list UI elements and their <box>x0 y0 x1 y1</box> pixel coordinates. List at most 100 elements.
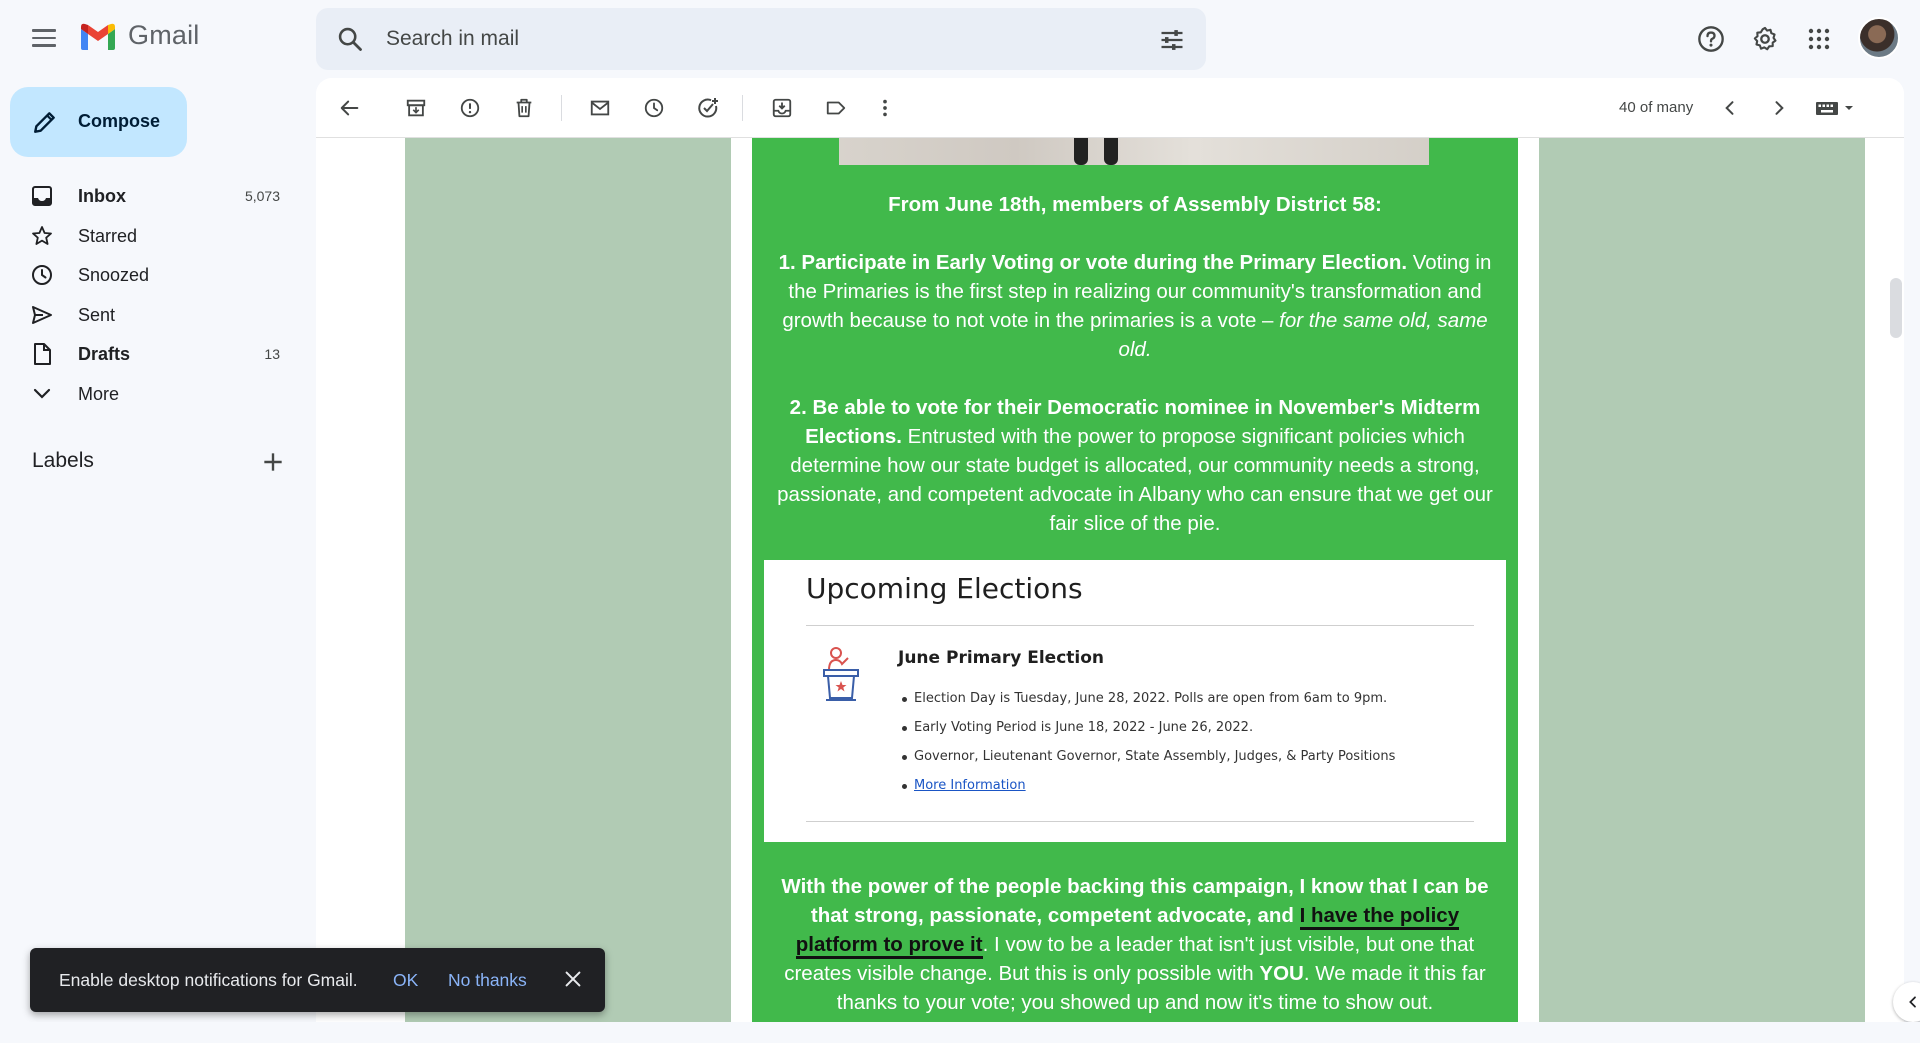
help-icon <box>1698 26 1724 52</box>
arrow-left-icon <box>340 100 359 116</box>
move-to-button[interactable] <box>768 94 796 122</box>
divider <box>806 625 1474 626</box>
main-menu-button[interactable] <box>26 22 62 54</box>
gmail-logo[interactable]: Gmail <box>78 20 200 51</box>
more-information-link[interactable]: More Information <box>914 778 1026 793</box>
compose-label: Compose <box>78 111 161 131</box>
gmail-logo-text: Gmail <box>128 20 200 50</box>
apps-button[interactable] <box>1800 20 1838 58</box>
notification-toast: Enable desktop notifications for Gmail. … <box>30 948 605 1012</box>
move-to-inbox-icon <box>772 98 792 118</box>
sidebar-item-label: Sent <box>78 304 116 325</box>
sidebar-item-more[interactable]: More <box>0 374 300 414</box>
paragraph-3-you: YOU <box>1259 962 1304 985</box>
compose-button[interactable]: Compose <box>10 87 187 157</box>
send-icon <box>32 305 52 324</box>
message-view: 40 of many From June 18th, members of As… <box>316 78 1904 1022</box>
chevron-left-icon <box>1725 101 1734 115</box>
draft-count: 13 <box>264 346 280 362</box>
labels-heading: Labels <box>32 449 94 472</box>
email-heading: From June 18th, members of Assembly Dist… <box>888 193 1382 216</box>
older-button[interactable] <box>1765 94 1793 122</box>
email-background-left <box>405 138 731 1022</box>
gmail-m-icon <box>81 23 115 50</box>
divider <box>806 821 1474 822</box>
sidebar-item-label: More <box>78 383 120 404</box>
snooze-button[interactable] <box>640 94 668 122</box>
search-input[interactable] <box>386 24 1086 54</box>
list-item: More Information <box>902 771 1395 800</box>
sidebar-item-label: Inbox <box>78 186 126 206</box>
search-icon[interactable] <box>336 25 364 53</box>
elections-subtitle: June Primary Election <box>898 648 1105 668</box>
gear-icon <box>1753 26 1777 51</box>
search-options-icon[interactable] <box>1158 26 1186 54</box>
help-button[interactable] <box>1692 20 1730 58</box>
toolbar-divider <box>561 95 562 121</box>
sidebar-item-sent[interactable]: Sent <box>0 295 300 335</box>
email-paragraph-1: 1. Participate in Early Voting or vote d… <box>772 248 1498 364</box>
elections-title: Upcoming Elections <box>806 572 1083 605</box>
sidebar-item-label: Drafts <box>78 344 131 364</box>
report-spam-button[interactable] <box>456 94 484 122</box>
archive-button[interactable] <box>402 94 430 122</box>
campaign-photo <box>839 138 1429 165</box>
scrollbar-thumb[interactable] <box>1890 278 1902 338</box>
settings-button[interactable] <box>1746 20 1784 58</box>
labels-button[interactable] <box>822 94 850 122</box>
sidebar-item-snoozed[interactable]: Snoozed <box>0 255 300 295</box>
sidebar-item-label: Snoozed <box>78 265 150 285</box>
list-item: Early Voting Period is June 18, 2022 - J… <box>902 713 1395 742</box>
unread-count: 5,073 <box>244 188 280 204</box>
inbox-icon <box>32 186 52 206</box>
photo-detail <box>1104 138 1118 165</box>
pager-count: 40 of many <box>1619 99 1694 116</box>
pencil-icon <box>34 112 55 133</box>
top-bar: Gmail <box>0 0 1920 78</box>
account-avatar[interactable] <box>1858 17 1900 59</box>
sidebar-nav: Inbox 5,073 Starred Snoozed Sent Drafts … <box>0 176 300 413</box>
envelope-icon <box>590 100 610 116</box>
list-item: Election Day is Tuesday, June 28, 2022. … <box>902 684 1395 713</box>
mark-unread-button[interactable] <box>586 94 614 122</box>
sidebar-item-inbox[interactable]: Inbox 5,073 <box>0 176 300 216</box>
label-tag-icon <box>826 101 846 115</box>
spam-icon <box>460 98 480 118</box>
email-background-right <box>1539 138 1865 1022</box>
toast-no-thanks-button[interactable]: No thanks <box>448 970 527 991</box>
photo-detail <box>1074 138 1088 165</box>
upcoming-elections-card: Upcoming Elections June Primary Election… <box>764 560 1506 842</box>
bottom-strip <box>0 1022 1920 1043</box>
add-to-tasks-button[interactable] <box>694 94 722 122</box>
toast-message: Enable desktop notifications for Gmail. <box>59 970 358 990</box>
list-item: Governor, Lieutenant Governor, State Ass… <box>902 742 1395 771</box>
toolbar-divider <box>742 95 743 121</box>
clock-icon <box>32 265 52 285</box>
email-content-panel: From June 18th, members of Assembly Dist… <box>752 138 1518 1022</box>
email-body: From June 18th, members of Assembly Dist… <box>316 138 1904 1022</box>
sidebar-item-starred[interactable]: Starred <box>0 216 300 256</box>
paragraph-1-bold: 1. Participate in Early Voting or vote d… <box>778 251 1408 274</box>
clock-icon <box>644 98 664 118</box>
add-task-icon <box>698 98 718 118</box>
chevron-down-icon <box>33 388 51 399</box>
more-vertical-icon <box>883 99 887 117</box>
trash-icon <box>516 98 532 118</box>
input-tools-button[interactable] <box>1814 94 1860 122</box>
sidebar-item-drafts[interactable]: Drafts 13 <box>0 334 300 374</box>
keyboard-icon <box>1816 102 1853 115</box>
search-bar[interactable] <box>316 8 1206 70</box>
chevron-right-icon <box>1775 101 1784 115</box>
email-paragraph-2: 2. Be able to vote for their Democratic … <box>772 393 1498 538</box>
delete-button[interactable] <box>510 94 538 122</box>
back-button[interactable] <box>336 94 364 122</box>
elections-list: Election Day is Tuesday, June 28, 2022. … <box>902 684 1395 800</box>
newer-button[interactable] <box>1716 94 1744 122</box>
more-actions-button[interactable] <box>871 94 899 122</box>
podium-icon <box>823 647 859 701</box>
close-icon[interactable] <box>562 968 584 990</box>
add-label-icon[interactable] <box>260 449 286 475</box>
chevron-left-icon <box>1909 996 1916 1008</box>
toast-ok-button[interactable]: OK <box>393 970 418 991</box>
sidebar-item-label: Starred <box>78 225 138 246</box>
